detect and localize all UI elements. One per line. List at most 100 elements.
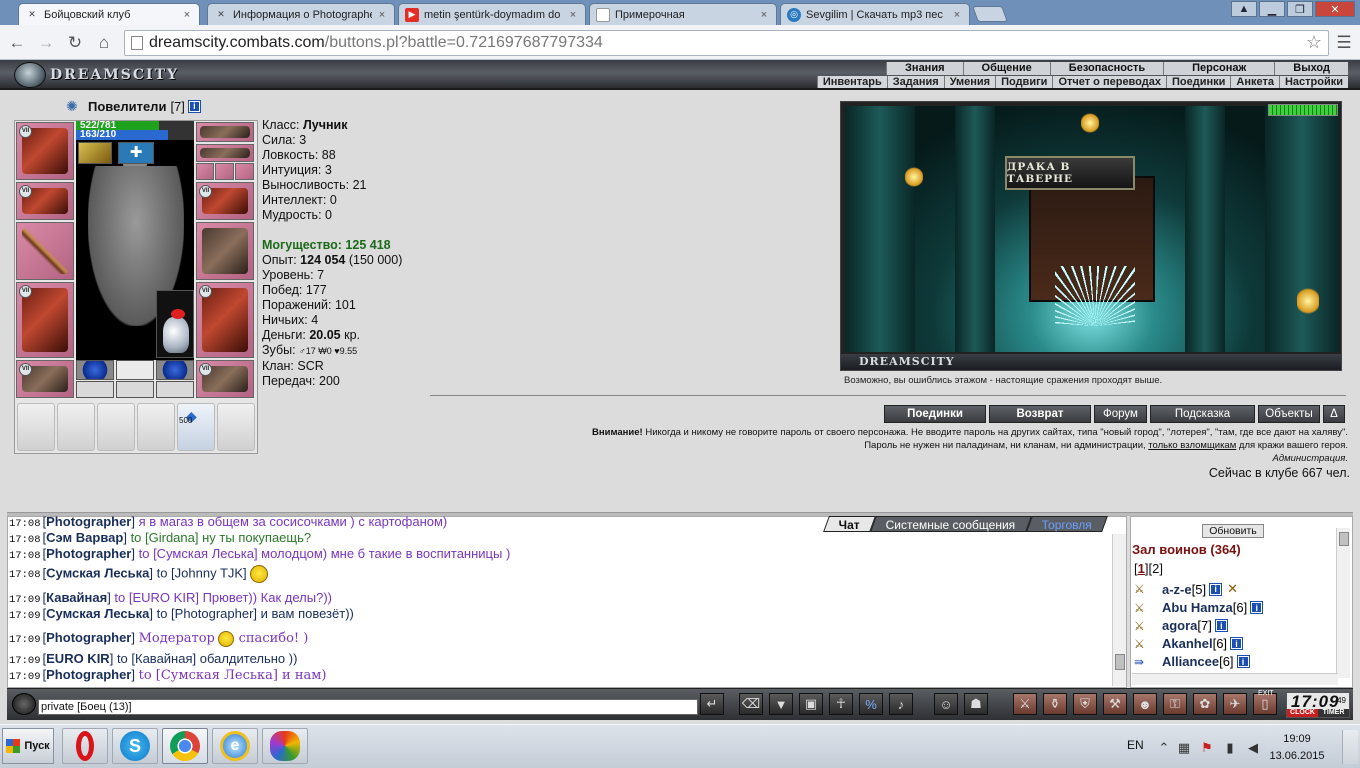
subnav-settings[interactable]: Настройки (1278, 76, 1348, 88)
location-scene[interactable]: ДРАКА В ТАВЕРНЕ DREAMSCITY (840, 101, 1342, 371)
minimize-button[interactable]: ▁ (1259, 1, 1285, 17)
close-icon[interactable]: × (567, 9, 579, 21)
volume-icon[interactable]: ◀ (1245, 740, 1261, 756)
helmet-slot[interactable]: VII (16, 122, 74, 180)
rune-slot-1[interactable] (76, 381, 114, 398)
hackers-link[interactable]: только взломщикам (1148, 440, 1236, 451)
heal-plus-icon[interactable]: ✚ (118, 142, 154, 164)
flower-icon[interactable]: ✿ (1193, 693, 1217, 715)
subnav-fights[interactable]: Поединки (1165, 76, 1230, 88)
pet-squirrel[interactable] (156, 290, 194, 358)
eraser-icon[interactable]: ⌫ (739, 693, 763, 715)
nav-exit[interactable]: Выход (1274, 62, 1348, 75)
close-icon[interactable]: × (758, 9, 770, 21)
walking-man-icon[interactable]: ☥ (829, 693, 853, 715)
scroll-slot-icon[interactable] (78, 142, 112, 164)
new-tab-button[interactable] (972, 6, 1008, 22)
subnav-transfers[interactable]: Отчет о переводах (1052, 76, 1166, 88)
hint-button[interactable]: Подсказка (1150, 405, 1255, 423)
clan-emblem-icon[interactable]: ✺ (66, 98, 84, 114)
sound-icon[interactable]: ♪ (889, 693, 913, 715)
subnav-skills[interactable]: Умения (943, 76, 995, 88)
nav-character[interactable]: Персонаж (1163, 62, 1275, 75)
armor-slot[interactable]: VII (16, 282, 74, 358)
skype-taskbar-button[interactable]: S (112, 728, 158, 764)
filter-icon[interactable]: ▼ (769, 693, 793, 715)
bag-slot-filled[interactable]: ◆ 500 (177, 403, 215, 451)
send-icon[interactable]: ↵ (700, 693, 724, 715)
chat-input[interactable] (38, 699, 698, 715)
opera-taskbar-button[interactable] (62, 728, 108, 764)
tab-photographer-info[interactable]: ✕ Информация о Photographe × (207, 3, 395, 25)
close-icon[interactable]: × (951, 9, 963, 21)
bookmark-star-icon[interactable]: ☆ (1306, 32, 1322, 53)
ie-taskbar-button[interactable]: e (212, 728, 258, 764)
security-alert-icon[interactable]: ⚑ (1199, 740, 1215, 756)
rune-slot-3[interactable] (156, 381, 194, 398)
bag-slot[interactable] (97, 403, 135, 451)
refresh-button[interactable]: Обновить (1202, 524, 1264, 538)
players-scrollbar[interactable] (1336, 528, 1350, 678)
reload-icon[interactable]: ↻ (64, 32, 86, 54)
info-icon[interactable]: i (1209, 582, 1223, 596)
tab-sevgilim[interactable]: ◎ Sevgilim | Скачать mp3 пес × (780, 3, 970, 25)
ring-slot-3[interactable] (235, 163, 254, 180)
nav-security[interactable]: Безопасность (1049, 62, 1164, 75)
bag-slot[interactable] (17, 403, 55, 451)
tab-system-messages[interactable]: Системные сообщения (870, 516, 1032, 532)
belt-slot[interactable]: VII (16, 360, 74, 398)
clock-label[interactable]: CLOCK (1287, 709, 1318, 717)
info-icon[interactable]: i (187, 99, 201, 113)
home-icon[interactable]: ⌂ (93, 32, 115, 54)
tab-fitting-room[interactable]: Примерочная × (589, 3, 777, 25)
bag-slot[interactable] (137, 403, 175, 451)
quiver-slot[interactable] (196, 222, 254, 280)
close-icon[interactable]: × (181, 9, 193, 21)
smiley-icon[interactable]: ☺ (934, 693, 958, 715)
players-horizontal-scrollbar[interactable] (1132, 673, 1338, 685)
show-desktop-button[interactable] (1342, 730, 1358, 764)
return-button[interactable]: Возврат (989, 405, 1091, 423)
paint-taskbar-button[interactable] (262, 728, 308, 764)
hamburger-menu-icon[interactable]: ☰ (1334, 33, 1354, 53)
tray-expand-icon[interactable]: ⌃ (1156, 740, 1172, 756)
system-clock[interactable]: 19:09 13.06.2015 (1264, 731, 1330, 765)
bracers-slot[interactable]: VII (16, 182, 74, 220)
restore-button[interactable]: ❐ (1287, 1, 1313, 17)
close-icon[interactable]: × (376, 9, 388, 21)
ring-slot-1[interactable] (196, 163, 214, 180)
blue-gem-slot-1[interactable] (76, 360, 114, 380)
info-icon[interactable]: i (1250, 601, 1264, 614)
chat-scrollbar[interactable] (1112, 534, 1126, 686)
player-row[interactable]: ⚔ agora [7] i (1134, 618, 1228, 633)
player-row[interactable]: ⚔ a-z-e [5] i ✕ (1134, 581, 1238, 597)
percent-icon[interactable]: % (859, 693, 883, 715)
user-icon[interactable]: ▲ (1231, 1, 1257, 17)
attack-icon[interactable]: ⚔ (1013, 693, 1037, 715)
network-bars-icon[interactable]: ▮ (1222, 740, 1238, 756)
objects-button[interactable]: Объекты (1258, 405, 1320, 423)
tab-fight-club[interactable]: ✕ Бойцовский клуб × (18, 3, 200, 25)
info-icon[interactable]: i (1230, 637, 1244, 650)
tab-youtube[interactable]: ▶ metin şentürk-doymadım do × (398, 3, 586, 25)
rune-slot-2[interactable] (116, 381, 154, 398)
player-row[interactable]: ⚔ Abu Hamza [6] i (1134, 600, 1264, 615)
forum-button[interactable]: Форум (1094, 405, 1147, 423)
lock-icon[interactable]: ⚿ (1163, 693, 1187, 715)
subnav-quests[interactable]: Задания (886, 76, 944, 88)
subnav-inventory[interactable]: Инвентарь (816, 76, 887, 88)
earring-slot[interactable] (196, 122, 254, 142)
start-button[interactable]: Пуск (2, 728, 54, 764)
timer-label[interactable]: TIMER (1318, 709, 1349, 717)
info-icon[interactable]: i (1236, 655, 1250, 668)
nav-communication[interactable]: Общение (962, 62, 1050, 75)
clan-chat-icon[interactable]: ☗ (964, 693, 988, 715)
ring-slot-2[interactable] (215, 163, 234, 180)
weapon-slot[interactable] (16, 222, 74, 280)
delta-button[interactable]: Δ (1323, 405, 1345, 423)
player-row[interactable]: ⚔ Akanhel [6] i (1134, 636, 1244, 651)
subnav-feats[interactable]: Подвиги (995, 76, 1052, 88)
subnav-profile[interactable]: Анкета (1230, 76, 1279, 88)
close-window-button[interactable]: ✕ (1315, 1, 1355, 17)
save-icon[interactable]: ▣ (799, 693, 823, 715)
